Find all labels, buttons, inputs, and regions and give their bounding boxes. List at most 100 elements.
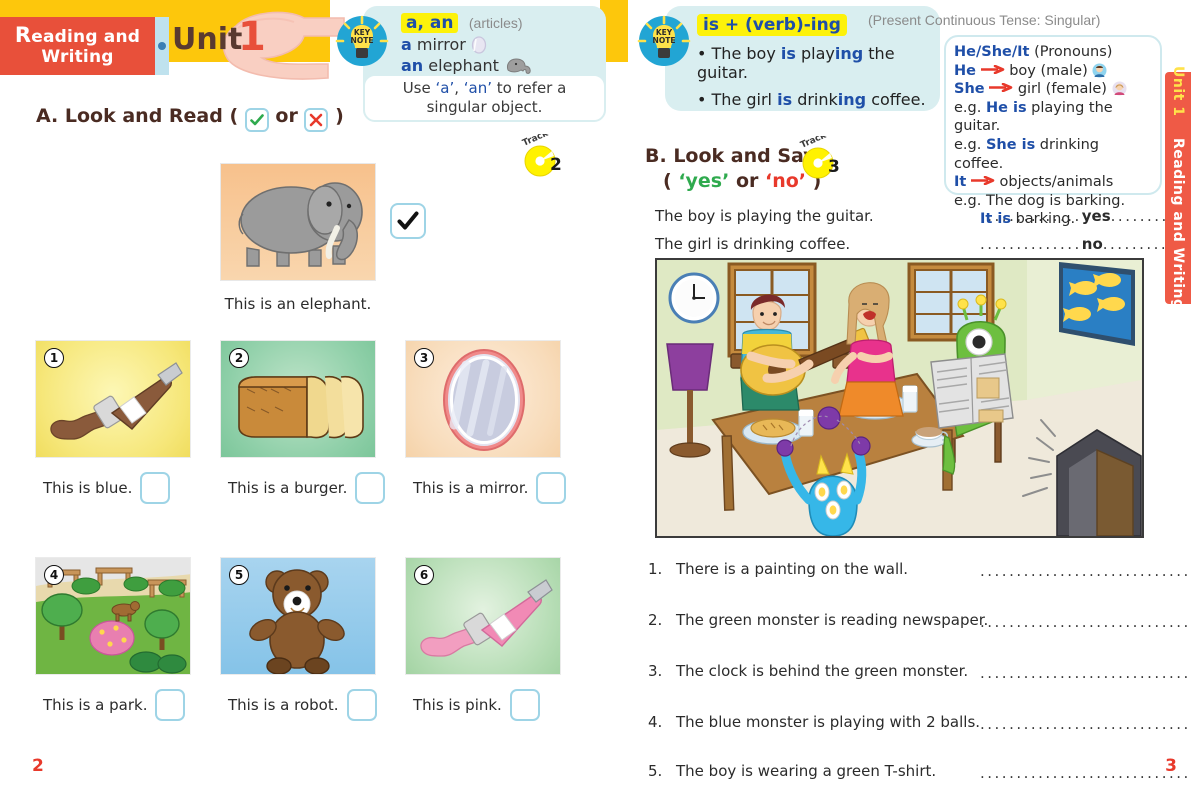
item-card-3: 3 This is a mirror. (405, 340, 567, 504)
pronouns-title: He/She/It (Pronouns) (954, 43, 1152, 62)
heading-or: or (729, 170, 765, 192)
item-answer-box-3[interactable] (536, 472, 567, 504)
headword-ing: -ing (803, 15, 841, 35)
question-row-5: 5. The boy is wearing a green T-shirt. (648, 762, 936, 780)
section-a-heading-prefix: A. Look and Read ( (36, 105, 239, 127)
headword-is: is (703, 15, 719, 35)
pronouns-eg-2: e.g. She is drinking coffee. (954, 136, 1152, 173)
item-number-4: 4 (44, 565, 64, 585)
sample-sentence-2: The girl is drinking coffee. (655, 235, 851, 253)
banner-line-1: Reading and (14, 23, 141, 48)
keynote-example-1: a mirror (401, 35, 596, 54)
item-number-3: 3 (414, 348, 434, 368)
cross-icon (304, 108, 329, 132)
question-text-2: The green monster is reading newspaper. (676, 611, 989, 629)
question-number-5: 5. (648, 762, 663, 780)
bullet-2-is: is (777, 90, 793, 109)
item-answer-box-4[interactable] (155, 689, 186, 721)
bullet-2-a: The girl (711, 90, 778, 109)
arrow-right-icon (980, 64, 1004, 74)
pronoun-it: It (954, 174, 967, 191)
question-text-4: The blue monster is playing with 2 balls… (676, 713, 981, 731)
track-number-2: 2 (550, 155, 562, 175)
item-answer-box-1[interactable] (140, 472, 171, 504)
item-image-4: 4 (35, 557, 191, 675)
keynote-example-2: an elephant (401, 56, 596, 76)
scene-illustration (655, 258, 1144, 538)
sample-answer-2[interactable]: ..............no............ (980, 235, 1190, 253)
question-answer-line-4[interactable]: ............................... (980, 715, 1191, 733)
key-note-text-line2: NOTE (351, 36, 374, 45)
question-answer-line-5[interactable]: ............................... (980, 764, 1191, 782)
banner-dot-icon (158, 42, 166, 50)
question-answer-line-3[interactable]: ............................... (980, 664, 1191, 682)
word-mirror: mirror (416, 35, 466, 54)
sample-dots-left-2: .............. (980, 235, 1082, 253)
item-answer-box-6[interactable] (509, 689, 540, 721)
girl-avatar-icon (1112, 81, 1127, 96)
item-card-2: 2 This is a burger. (220, 340, 386, 504)
keynote-box-articles: a, an (articles) a mirror an elephant Us… (363, 6, 606, 122)
item-card-5: 5 This is a robot. (220, 557, 377, 721)
item-image-5: 5 (220, 557, 376, 675)
banner-line-2: Writing (41, 47, 114, 67)
item-caption-6: This is pink. (413, 696, 502, 714)
eg4-rest: barking. (1010, 211, 1076, 228)
item-card-6: 6 This is pink. (405, 557, 561, 721)
item-answer-box-5[interactable] (346, 689, 377, 721)
bullet-2-c: coffee. (866, 90, 926, 109)
heading-open-paren: ( (663, 170, 679, 192)
eg4-bold: It is (980, 211, 1011, 228)
headword-rest: + (verb) (718, 15, 804, 35)
page-number-left: 2 (32, 756, 44, 776)
arrow-right-icon (989, 83, 1013, 93)
pronoun-she-meaning: girl (female) (1017, 81, 1107, 98)
check-icon (397, 211, 419, 230)
bullet-2-b: drink (792, 90, 838, 109)
section-a-heading-or: or (275, 105, 298, 127)
section-banner: Reading and Writing (0, 17, 155, 75)
section-a-heading-suffix: ) (335, 105, 344, 127)
keynote-headword-verb-ing: is + (verb)-ing (697, 14, 847, 36)
bullet-1-is: is (780, 44, 796, 63)
item-card-4: 4 This is a park. (35, 557, 191, 721)
item-image-6: 6 (405, 557, 561, 675)
item-answer-box-2[interactable] (355, 472, 386, 504)
side-tab-unit-label: Unit 1 (1170, 66, 1186, 117)
article-an: an (401, 56, 424, 75)
key-note-bulb-icon-right: KEY NOTE (637, 15, 691, 66)
pronoun-she: She (954, 81, 985, 98)
item-card-1: 1 This is blue. (35, 340, 191, 504)
svg-text:NOTE: NOTE (653, 36, 676, 45)
item-number-5: 5 (229, 565, 249, 585)
tense-note: (Present Continuous Tense: Singular) (868, 12, 1101, 28)
question-number-2: 2. (648, 611, 663, 629)
side-tab-text: Unit 1 Reading and Writing (1170, 66, 1186, 310)
item-caption-4: This is a park. (43, 696, 148, 714)
track-badge-3[interactable]: Track 3 (788, 136, 844, 182)
question-row-4: 4. The blue monster is playing with 2 ba… (648, 713, 980, 731)
fish-painting (1059, 262, 1135, 346)
unit-number: 1 (238, 14, 266, 60)
eg1-bold: He is (985, 99, 1027, 116)
item-caption-5: This is a robot. (228, 696, 339, 714)
track-badge-2[interactable]: Track 2 (510, 134, 566, 180)
eg2-bold: She is (985, 136, 1036, 153)
side-tab-unit[interactable]: Unit 1 Reading and Writing (1165, 66, 1191, 310)
keynote-headword: a, an (401, 13, 459, 33)
question-row-2: 2. The green monster is reading newspape… (648, 611, 988, 629)
pronouns-row-she: She girl (female) (954, 80, 1152, 99)
unit-label: Unit (172, 22, 243, 57)
question-answer-line-2[interactable]: ............................... (980, 613, 1191, 631)
rule-an: ‘an’ (463, 79, 493, 97)
pronoun-he-meaning: boy (male) (1009, 62, 1088, 79)
question-answer-line-1[interactable]: ............................... (980, 562, 1191, 580)
example-answer-box[interactable] (390, 203, 426, 239)
eg2-prefix: e.g. (954, 136, 986, 153)
pronouns-row-it: It objects/animals (954, 173, 1152, 192)
page-number-right: 3 (1165, 756, 1177, 776)
section-a-heading: A. Look and Read ( or ) (36, 105, 344, 132)
pronouns-title-rest: (Pronouns) (1029, 44, 1113, 60)
bullet-1-ing: ing (834, 44, 864, 63)
boy-avatar-icon (1092, 63, 1107, 78)
